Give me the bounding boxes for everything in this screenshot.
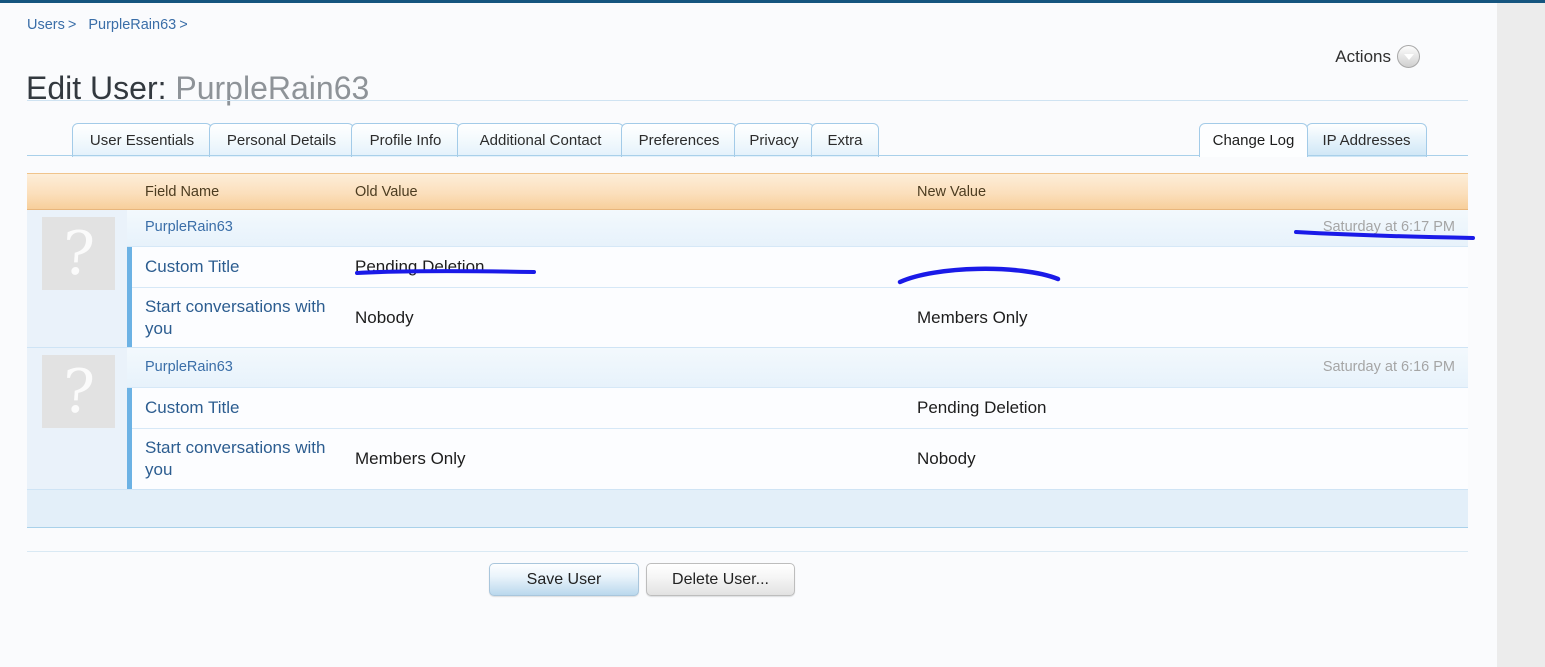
title-divider (27, 100, 1468, 101)
change-log-group-body: PurpleRain63 Saturday at 6:16 PM Custom … (127, 348, 1468, 489)
table-footer-row (27, 489, 1468, 528)
change-log-group-header: PurpleRain63 Saturday at 6:16 PM (127, 348, 1468, 388)
column-header-field-name: Field Name (145, 184, 220, 200)
breadcrumb-item-users[interactable]: Users (27, 17, 65, 33)
breadcrumb-item-user[interactable]: PurpleRain63 (88, 17, 176, 33)
tab-additional-contact[interactable]: Additional Contact (457, 123, 624, 157)
cell-field-name: Start conversations with you (145, 438, 326, 479)
avatar-column: ? (27, 348, 127, 489)
column-header-old-value: Old Value (355, 184, 418, 200)
avatar-placeholder-glyph: ? (59, 356, 98, 427)
table-row: Start conversations with you Members Onl… (132, 429, 1468, 489)
breadcrumb-separator: > (67, 17, 77, 33)
tab-privacy[interactable]: Privacy (734, 123, 814, 157)
tab-ip-addresses[interactable]: IP Addresses (1306, 123, 1427, 157)
page-title-username: PurpleRain63 (175, 70, 370, 107)
avatar-placeholder-glyph: ? (59, 218, 98, 289)
cell-new-value: Pending Deletion (917, 398, 1047, 417)
change-log-group: ? PurpleRain63 Saturday at 6:17 PM Custo… (27, 210, 1468, 347)
avatar[interactable]: ? (42, 217, 115, 290)
avatar-column: ? (27, 210, 127, 347)
change-log-group-body: PurpleRain63 Saturday at 6:17 PM Custom … (127, 210, 1468, 347)
change-log-group-header: PurpleRain63 Saturday at 6:17 PM (127, 210, 1468, 247)
page-title: Edit User: PurpleRain63 (26, 68, 369, 108)
table-header-row: Field Name Old Value New Value (27, 173, 1468, 210)
cell-old-value: Nobody (355, 307, 414, 327)
save-user-button[interactable]: Save User (489, 563, 639, 596)
change-log-group: ? PurpleRain63 Saturday at 6:16 PM Custo… (27, 347, 1468, 489)
change-log-table: Field Name Old Value New Value ? PurpleR… (27, 173, 1468, 528)
group-username-link[interactable]: PurpleRain63 (145, 219, 233, 235)
table-row: Custom Title Pending Deletion (132, 247, 1468, 288)
actions-menu-button[interactable]: Actions (1335, 45, 1420, 68)
table-row: Custom Title Pending Deletion (132, 388, 1468, 429)
breadcrumb-separator: > (179, 17, 188, 33)
change-log-rows: Custom Title Pending Deletion Start conv… (127, 388, 1468, 489)
cell-field-name: Custom Title (145, 257, 240, 276)
group-timestamp: Saturday at 6:16 PM (1322, 359, 1455, 375)
form-buttons-divider (27, 551, 1468, 552)
cell-new-value: Nobody (917, 449, 976, 468)
tab-personal-details[interactable]: Personal Details (209, 123, 354, 157)
column-header-new-value: New Value (917, 184, 987, 200)
group-timestamp: Saturday at 6:17 PM (1322, 219, 1455, 235)
cell-old-value: Members Only (355, 449, 466, 468)
tab-user-essentials[interactable]: User Essentials (72, 123, 212, 157)
chevron-down-circle-icon[interactable] (1397, 45, 1420, 68)
tab-preferences[interactable]: Preferences (621, 123, 737, 157)
cell-old-value: Pending Deletion (355, 257, 485, 276)
cell-new-value: Members Only (917, 307, 1028, 327)
change-log-rows: Custom Title Pending Deletion Start conv… (127, 247, 1468, 347)
table-row: Start conversations with you Nobody Memb… (132, 288, 1468, 347)
admin-page: Users > PurpleRain63 > Edit User: PurpleRai… (0, 3, 1497, 667)
delete-user-button[interactable]: Delete User... (646, 563, 795, 596)
avatar[interactable]: ? (42, 355, 115, 428)
tab-profile-info[interactable]: Profile Info (351, 123, 460, 157)
page-right-gutter (1497, 3, 1545, 667)
breadcrumb: Users > PurpleRain63 > (27, 17, 192, 33)
page-title-prefix: Edit User: (26, 70, 167, 107)
actions-label: Actions (1335, 46, 1391, 66)
cell-field-name: Custom Title (145, 398, 240, 417)
tab-change-log[interactable]: Change Log (1199, 123, 1308, 157)
cell-field-name: Start conversations with you (145, 296, 326, 338)
tab-extra[interactable]: Extra (811, 123, 879, 157)
group-username-link[interactable]: PurpleRain63 (145, 359, 233, 375)
